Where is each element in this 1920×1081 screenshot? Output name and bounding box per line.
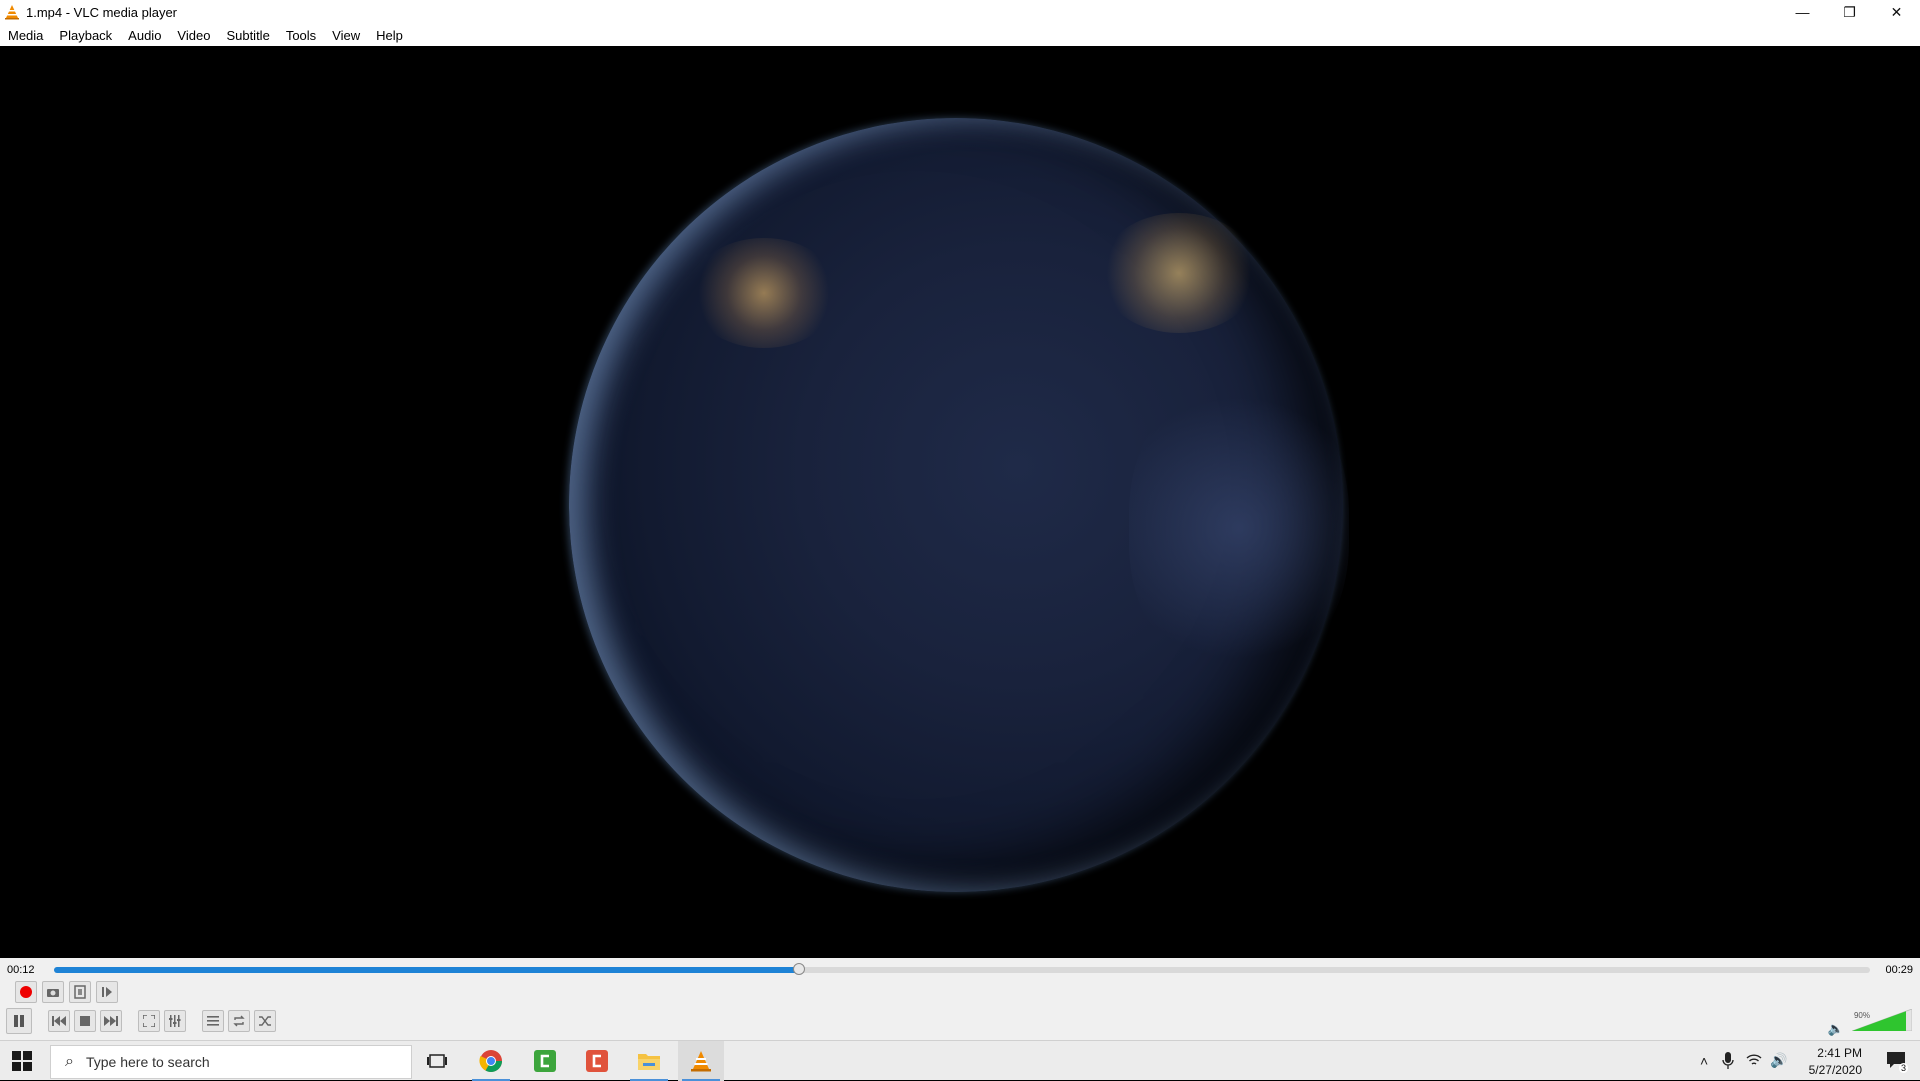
seek-progress xyxy=(54,967,799,973)
video-area[interactable] xyxy=(0,46,1920,958)
folder-icon xyxy=(638,1054,660,1070)
volume-slider[interactable] xyxy=(1852,1009,1912,1031)
menu-tools[interactable]: Tools xyxy=(278,28,324,43)
camtasia-red-icon xyxy=(586,1050,608,1072)
speaker-volume-tray-icon[interactable]: 🔊 xyxy=(1770,1052,1787,1069)
close-button[interactable]: ✕ xyxy=(1873,0,1920,24)
city-lights-north-america xyxy=(689,238,839,348)
pause-icon xyxy=(14,1015,24,1027)
stop-icon xyxy=(80,1016,90,1026)
clock-date: 5/27/2020 xyxy=(1808,1063,1862,1077)
previous-button[interactable] xyxy=(48,1010,70,1032)
action-center-button[interactable]: 3 xyxy=(1886,1051,1908,1073)
menu-audio[interactable]: Audio xyxy=(120,28,169,43)
clock-time: 2:41 PM xyxy=(1817,1046,1862,1060)
next-icon xyxy=(104,1016,118,1026)
shuffle-icon xyxy=(259,1016,271,1026)
chrome-taskbar-button[interactable] xyxy=(468,1041,514,1081)
vlc-taskbar-button[interactable] xyxy=(678,1041,724,1081)
playlist-button[interactable] xyxy=(202,1010,224,1032)
record-button[interactable] xyxy=(15,981,37,1003)
microphone-icon[interactable] xyxy=(1722,1052,1734,1070)
playlist-icon xyxy=(207,1016,219,1026)
earth-video-frame xyxy=(569,118,1349,892)
total-time: 00:29 xyxy=(1885,964,1913,976)
menu-playback[interactable]: Playback xyxy=(51,28,120,43)
city-lights-europe xyxy=(1099,213,1259,333)
seek-bar[interactable] xyxy=(54,963,1870,975)
loop-button[interactable] xyxy=(228,1010,250,1032)
seek-handle[interactable] xyxy=(792,963,805,975)
equalizer-icon xyxy=(169,1015,181,1027)
fullscreen-button[interactable] xyxy=(138,1010,160,1032)
elapsed-time: 00:12 xyxy=(7,964,35,976)
snapshot-button[interactable] xyxy=(42,981,64,1003)
stop-button[interactable] xyxy=(74,1010,96,1032)
menu-video[interactable]: Video xyxy=(169,28,218,43)
minimize-button[interactable]: — xyxy=(1779,0,1826,24)
previous-icon xyxy=(52,1016,66,1026)
pause-button[interactable] xyxy=(6,1008,32,1034)
loop-icon xyxy=(233,1015,245,1027)
taskbar-search-box[interactable]: ⌕ Type here to search xyxy=(50,1045,412,1079)
task-view-button[interactable] xyxy=(414,1041,460,1081)
camtasia-recorder-taskbar-button[interactable] xyxy=(574,1041,620,1081)
camera-icon xyxy=(47,989,59,997)
speaker-icon[interactable]: 🔈 xyxy=(1828,1021,1844,1037)
africa-landmass xyxy=(1129,378,1349,678)
show-hidden-icons-chevron-icon[interactable]: ˄ xyxy=(1700,1053,1708,1069)
vlc-cone-icon xyxy=(5,5,19,20)
camtasia-green-taskbar-button[interactable] xyxy=(522,1041,568,1081)
menu-subtitle[interactable]: Subtitle xyxy=(218,28,277,43)
title-bar: 1.mp4 - VLC media player — ❐ ✕ xyxy=(0,0,1920,24)
fullscreen-icon xyxy=(143,1015,155,1027)
search-placeholder: Type here to search xyxy=(85,1054,210,1070)
shuffle-button[interactable] xyxy=(254,1010,276,1032)
menu-view[interactable]: View xyxy=(324,28,368,43)
task-view-icon xyxy=(427,1054,447,1068)
record-icon xyxy=(20,986,32,998)
frame-step-icon xyxy=(102,987,112,997)
menu-bar: Media Playback Audio Video Subtitle Tool… xyxy=(0,24,1920,46)
frame-by-frame-button[interactable] xyxy=(96,981,118,1003)
vlc-cone-icon xyxy=(691,1051,711,1072)
next-button[interactable] xyxy=(100,1010,122,1032)
loop-ab-button[interactable] xyxy=(69,981,91,1003)
windows-taskbar: ⌕ Type here to search ˄ 🔊 2:41 PM 5/27/2… xyxy=(0,1040,1920,1081)
wifi-icon[interactable] xyxy=(1746,1053,1762,1067)
search-icon: ⌕ xyxy=(65,1053,74,1070)
extended-settings-button[interactable] xyxy=(164,1010,186,1032)
restore-button[interactable]: ❐ xyxy=(1826,0,1873,24)
chrome-icon xyxy=(479,1050,502,1072)
taskbar-clock[interactable]: 2:41 PM 5/27/2020 xyxy=(1809,1045,1862,1079)
file-explorer-taskbar-button[interactable] xyxy=(626,1041,672,1081)
camtasia-green-icon xyxy=(534,1050,556,1072)
windows-start-icon[interactable] xyxy=(12,1051,32,1071)
menu-help[interactable]: Help xyxy=(368,28,411,43)
notification-count: 3 xyxy=(1898,1063,1908,1073)
menu-media[interactable]: Media xyxy=(0,28,51,43)
window-title: 1.mp4 - VLC media player xyxy=(26,4,178,20)
loop-ab-icon xyxy=(74,985,86,999)
